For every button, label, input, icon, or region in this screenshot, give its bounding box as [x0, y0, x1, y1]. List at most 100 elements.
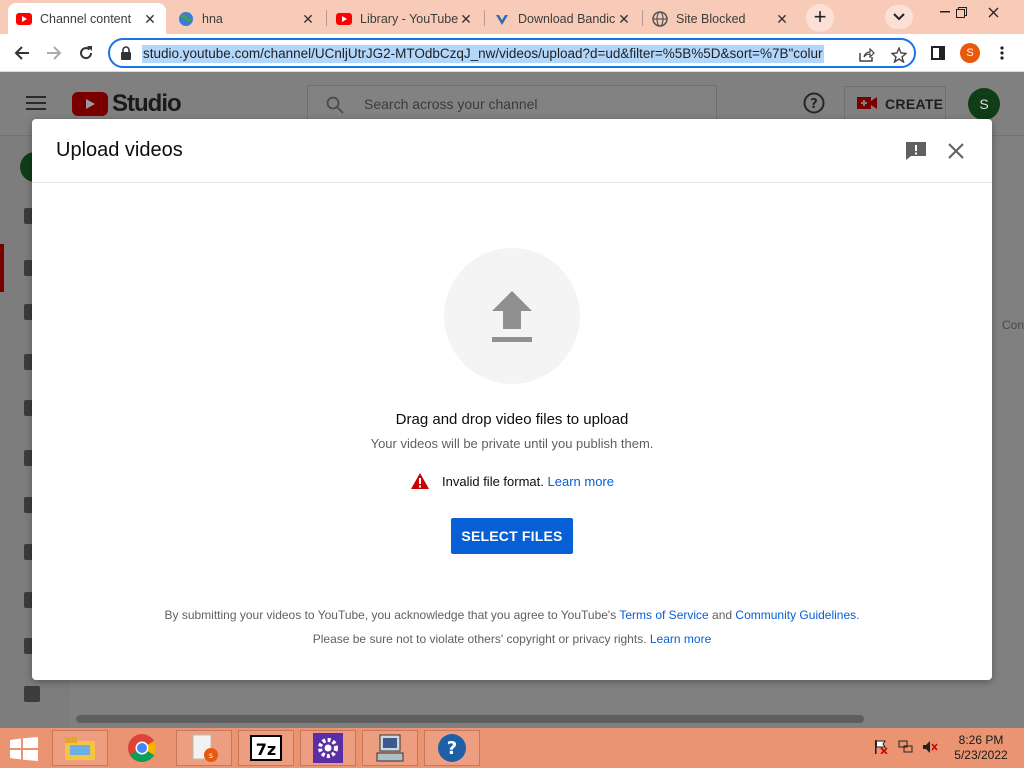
tab-strip: Channel content ✕ hna ✕ Library - YouTub… — [0, 0, 1024, 34]
svg-text:?: ? — [810, 97, 818, 112]
chrome-profile-icon: s — [192, 734, 218, 762]
svg-text:s: s — [209, 751, 213, 760]
url-text[interactable]: studio.youtube.com/channel/UCnljUtrJG2-M… — [142, 45, 824, 63]
close-tab-icon[interactable]: ✕ — [458, 11, 474, 27]
send-feedback-icon[interactable] — [24, 686, 40, 702]
sidebar-active-indicator — [0, 244, 4, 292]
channel-avatar[interactable]: S — [968, 88, 1000, 120]
dialog-header: Upload videos — [32, 119, 992, 183]
svg-text:?: ? — [447, 738, 457, 759]
create-button[interactable]: CREATE — [844, 86, 946, 122]
computer-taskbar-button[interactable] — [362, 730, 418, 766]
globe-icon — [652, 10, 668, 27]
globe-icon — [178, 11, 194, 27]
copyright-learn-more-link[interactable]: Learn more — [650, 632, 711, 646]
side-panel-icon — [931, 46, 945, 60]
chrome-taskbar-button[interactable] — [114, 730, 170, 766]
dialog-title: Upload videos — [56, 139, 183, 161]
side-panel-button[interactable] — [924, 40, 952, 66]
forward-button[interactable] — [40, 40, 68, 66]
upload-drop-zone[interactable] — [444, 248, 580, 384]
close-icon — [988, 7, 998, 17]
copyright-text: Please be sure not to violate others' co… — [312, 632, 647, 646]
horizontal-scrollbar[interactable] — [76, 715, 864, 723]
close-dialog-button[interactable] — [944, 139, 968, 163]
tab-download-bandicam[interactable]: Download Bandic ✕ — [486, 3, 640, 34]
file-explorer-button[interactable] — [52, 730, 108, 766]
tab-title: Site Blocked — [676, 11, 746, 26]
error-learn-more-link[interactable]: Learn more — [548, 474, 614, 489]
close-tab-icon[interactable]: ✕ — [774, 11, 790, 27]
studio-logo[interactable]: Studio — [72, 90, 182, 118]
upload-arrow-icon — [492, 291, 532, 342]
youtube-logo-icon — [72, 92, 108, 116]
restore-window-button[interactable] — [946, 0, 976, 24]
arrow-left-icon — [14, 46, 29, 60]
tab-library-youtube[interactable]: Library - YouTube ✕ — [328, 3, 482, 34]
arrow-right-icon — [47, 46, 62, 60]
share-icon[interactable] — [858, 46, 876, 64]
browser-profile-avatar[interactable]: S — [960, 43, 980, 63]
youtube-icon — [336, 11, 352, 27]
select-files-button[interactable]: SELECT FILES — [451, 518, 573, 554]
lock-icon — [120, 46, 132, 65]
tab-title: Download Bandic — [518, 11, 616, 26]
close-icon — [948, 143, 964, 159]
file-explorer-icon — [65, 737, 95, 760]
browser-menu-button[interactable] — [988, 40, 1016, 66]
system-clock[interactable]: 8:26 PM 5/23/2022 — [948, 733, 1014, 763]
close-tab-icon[interactable]: ✕ — [300, 11, 316, 27]
tab-title: Library - YouTube — [360, 11, 458, 26]
feedback-button[interactable] — [904, 139, 928, 163]
more-vert-icon — [1000, 46, 1004, 60]
reload-icon — [80, 46, 93, 60]
volume-muted-icon[interactable] — [922, 740, 938, 759]
address-bar[interactable]: studio.youtube.com/channel/UCnljUtrJG2-M… — [108, 38, 916, 68]
chrome-profile-taskbar-button[interactable]: s — [176, 730, 232, 766]
action-center-flag-icon[interactable] — [874, 740, 888, 759]
svg-text:7z: 7z — [256, 740, 276, 759]
settings-taskbar-button[interactable] — [300, 730, 356, 766]
copyright-notice: Please be sure not to violate others' co… — [32, 632, 992, 646]
menu-icon[interactable] — [26, 96, 46, 115]
windows-start-icon[interactable] — [10, 737, 38, 766]
new-tab-button[interactable]: + — [806, 4, 834, 32]
restore-icon — [955, 6, 967, 18]
close-window-button[interactable] — [978, 0, 1008, 24]
tab-hna[interactable]: hna ✕ — [170, 3, 324, 34]
reload-button[interactable] — [72, 40, 100, 66]
drag-drop-text: Drag and drop video files to upload — [395, 411, 629, 428]
help-icon[interactable]: ? — [803, 92, 825, 119]
chevron-down-icon — [893, 13, 905, 21]
network-icon[interactable] — [898, 740, 914, 759]
video-camera-icon — [857, 96, 877, 113]
close-tab-icon[interactable]: ✕ — [142, 11, 158, 27]
clock-time: 8:26 PM — [958, 733, 1004, 747]
browser-toolbar: studio.youtube.com/channel/UCnljUtrJG2-M… — [0, 34, 1024, 72]
channel-search-input[interactable]: Search across your channel — [307, 85, 717, 123]
chrome-icon — [128, 734, 156, 762]
bandicam-icon — [494, 11, 510, 27]
privacy-hint-text: Your videos will be private until you pu… — [370, 436, 654, 451]
7zip-taskbar-button[interactable]: 7z — [238, 730, 294, 766]
tab-channel-content[interactable]: Channel content ✕ — [8, 3, 166, 34]
close-tab-icon[interactable]: ✕ — [616, 11, 632, 27]
terms-and: and — [712, 608, 733, 622]
warning-icon — [410, 472, 430, 490]
help-taskbar-button[interactable]: ? — [424, 730, 480, 766]
terms-notice: By submitting your videos to YouTube, yo… — [32, 608, 992, 622]
terms-of-service-link[interactable]: Terms of Service — [619, 608, 708, 622]
help-icon: ? — [438, 734, 466, 762]
computer-icon — [376, 734, 404, 762]
7zip-icon: 7z — [250, 735, 282, 761]
back-button[interactable] — [8, 40, 36, 66]
background-column-label: Con — [1002, 318, 1024, 332]
community-guidelines-link[interactable]: Community Guidelines — [735, 608, 856, 622]
tab-site-blocked[interactable]: Site Blocked ✕ — [644, 3, 798, 34]
terms-suffix: . — [856, 608, 860, 622]
tab-title: Channel content — [40, 11, 132, 26]
terms-prefix: By submitting your videos to YouTube, yo… — [164, 608, 617, 622]
upload-error-message: Invalid file format. Learn more — [410, 472, 614, 490]
tab-search-button[interactable] — [885, 5, 913, 29]
bookmark-star-icon[interactable] — [890, 46, 908, 64]
